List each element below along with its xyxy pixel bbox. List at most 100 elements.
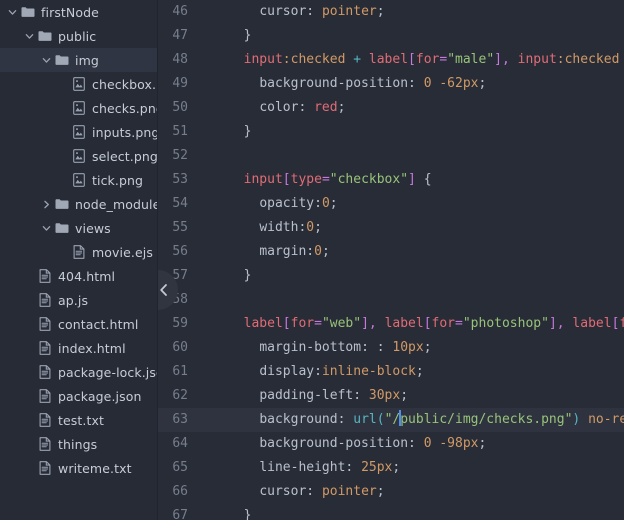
- line-number: 55: [172, 220, 188, 235]
- tree-file-package-json[interactable]: package.json: [0, 384, 157, 408]
- code-text: }: [228, 28, 252, 43]
- folder-icon: [53, 48, 70, 72]
- tree-folder-img[interactable]: img: [0, 48, 157, 72]
- code-line-58[interactable]: 58: [158, 288, 624, 312]
- code-line-55[interactable]: 55 width:0;: [158, 216, 624, 240]
- code-text: padding-left: 30px;: [259, 388, 409, 403]
- line-number: 48: [172, 52, 188, 67]
- code-line-47[interactable]: 47 }: [158, 24, 624, 48]
- code-text: margin:0;: [259, 244, 330, 259]
- document-file-icon: [36, 456, 53, 480]
- tree-item-label: checkbox.png: [92, 76, 157, 92]
- document-file-icon: [36, 336, 53, 360]
- image-file-icon: [70, 168, 87, 192]
- code-line-52[interactable]: 52: [158, 144, 624, 168]
- folder-icon: [36, 24, 53, 48]
- tree-file-test-txt[interactable]: test.txt: [0, 408, 157, 432]
- code-text: background-position: 0 -62px;: [259, 76, 487, 91]
- tree-file-404-html[interactable]: 404.html: [0, 264, 157, 288]
- code-text: input[type="checkbox"] {: [243, 172, 432, 187]
- image-file-icon: [70, 120, 87, 144]
- code-line-51[interactable]: 51 }: [158, 120, 624, 144]
- code-line-66[interactable]: 66 cursor: pointer;: [158, 480, 624, 504]
- tree-item-label: views: [75, 220, 111, 236]
- code-line-49[interactable]: 49 background-position: 0 -62px;: [158, 72, 624, 96]
- tree-folder-firstnode[interactable]: firstNode: [0, 0, 157, 24]
- tree-file-ap-js[interactable]: ap.js: [0, 288, 157, 312]
- tree-file-select-png[interactable]: select.png: [0, 144, 157, 168]
- code-line-56[interactable]: 56 margin:0;: [158, 240, 624, 264]
- document-file-icon: [36, 312, 53, 336]
- code-line-53[interactable]: 53 input[type="checkbox"] {: [158, 168, 624, 192]
- tree-item-label: firstNode: [41, 4, 99, 20]
- tree-file-tick-png[interactable]: tick.png: [0, 168, 157, 192]
- code-line-54[interactable]: 54 opacity:0;: [158, 192, 624, 216]
- tree-file-checkbox-png[interactable]: checkbox.png: [0, 72, 157, 96]
- code-line-60[interactable]: 60 margin-bottom: : 10px;: [158, 336, 624, 360]
- file-explorer-sidebar[interactable]: firstNode public img checkbox.png checks.png…: [0, 0, 157, 520]
- tree-folder-public[interactable]: public: [0, 24, 157, 48]
- chevron-down-icon[interactable]: [6, 0, 19, 24]
- code-line-59[interactable]: 59 label[for="web"], label[for="photosho…: [158, 312, 624, 336]
- document-file-icon: [36, 288, 53, 312]
- code-line-46[interactable]: 46 cursor: pointer;: [158, 0, 624, 24]
- tree-file-movie-ejs[interactable]: movie.ejs: [0, 240, 157, 264]
- document-file-icon: [36, 384, 53, 408]
- line-number: 67: [172, 508, 188, 520]
- line-number: 59: [172, 316, 188, 331]
- tree-file-index-html[interactable]: index.html: [0, 336, 157, 360]
- code-line-57[interactable]: 57 }: [158, 264, 624, 288]
- code-text: display:inline-block;: [259, 364, 424, 379]
- tree-file-inputs-png[interactable]: inputs.png: [0, 120, 157, 144]
- chevron-down-icon[interactable]: [40, 216, 53, 240]
- document-file-icon: [36, 264, 53, 288]
- code-text: }: [228, 508, 252, 520]
- tree-item-label: package-lock.json: [58, 364, 157, 380]
- document-file-icon: [36, 408, 53, 432]
- code-text: color: red;: [259, 100, 346, 115]
- code-line-64[interactable]: 64 background-position: 0 -98px;: [158, 432, 624, 456]
- tree-file-things[interactable]: things: [0, 432, 157, 456]
- tree-item-label: movie.ejs: [92, 244, 153, 260]
- tree-file-writeme-txt[interactable]: writeme.txt: [0, 456, 157, 480]
- tree-item-label: ap.js: [58, 292, 89, 308]
- tree-item-label: package.json: [58, 388, 142, 404]
- line-number: 52: [172, 148, 188, 163]
- code-text: }: [228, 268, 252, 283]
- line-number: 66: [172, 484, 188, 499]
- document-file-icon: [36, 360, 53, 384]
- code-text: input:checked + label[for="male"], input…: [243, 52, 620, 67]
- code-editor[interactable]: 46 cursor: pointer; 47 } 48 input:checked …: [158, 0, 624, 520]
- chevron-down-icon[interactable]: [23, 24, 36, 48]
- code-line-48[interactable]: 48 input:checked + label[for="male"], in…: [158, 48, 624, 72]
- tree-file-package-lock-json[interactable]: package-lock.json: [0, 360, 157, 384]
- tree-folder-views[interactable]: views: [0, 216, 157, 240]
- chevron-down-icon[interactable]: [40, 48, 53, 72]
- tree-item-label: public: [58, 28, 97, 44]
- code-text: width:0;: [259, 220, 322, 235]
- tree-item-label: writeme.txt: [58, 460, 132, 476]
- code-line-61[interactable]: 61 display:inline-block;: [158, 360, 624, 384]
- chevron-left-icon: [158, 283, 169, 297]
- line-number: 62: [172, 388, 188, 403]
- code-line-65[interactable]: 65 line-height: 25px;: [158, 456, 624, 480]
- line-number: 47: [172, 28, 188, 43]
- image-file-icon: [70, 144, 87, 168]
- code-line-67[interactable]: 67 }: [158, 504, 624, 520]
- code-line-63[interactable]: 63 background: url("/public/img/checks.p…: [158, 408, 624, 432]
- tree-item-label: things: [58, 436, 98, 452]
- tree-item-label: checks.png: [92, 100, 157, 116]
- code-text: label[for="web"], label[for="photoshop"]…: [243, 316, 624, 331]
- code-text: background-position: 0 -98px;: [259, 436, 487, 451]
- code-line-50[interactable]: 50 color: red;: [158, 96, 624, 120]
- code-text: cursor: pointer;: [259, 484, 385, 499]
- chevron-right-icon[interactable]: [40, 192, 53, 216]
- line-number: 65: [172, 460, 188, 475]
- line-number: 54: [172, 196, 188, 211]
- tree-folder-node-modules[interactable]: node_modules: [0, 192, 157, 216]
- code-line-62[interactable]: 62 padding-left: 30px;: [158, 384, 624, 408]
- tree-file-checks-png[interactable]: checks.png: [0, 96, 157, 120]
- tree-file-contact-html[interactable]: contact.html: [0, 312, 157, 336]
- code-lines[interactable]: 46 cursor: pointer; 47 } 48 input:checked …: [158, 0, 624, 520]
- document-file-icon: [36, 432, 53, 456]
